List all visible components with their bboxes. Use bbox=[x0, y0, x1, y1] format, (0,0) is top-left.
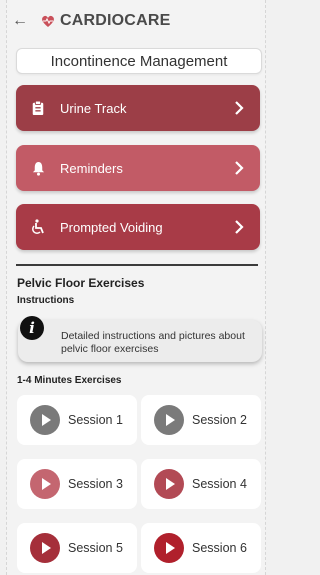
wheelchair-icon bbox=[30, 219, 46, 235]
session-6-button[interactable]: Session 6 bbox=[141, 523, 261, 573]
session-5-button[interactable]: Session 5 bbox=[17, 523, 137, 573]
chevron-right-icon bbox=[235, 161, 244, 175]
section-divider bbox=[16, 264, 258, 266]
session-2-button[interactable]: Session 2 bbox=[141, 395, 261, 445]
session-label: Session 5 bbox=[68, 541, 123, 555]
session-label: Session 4 bbox=[192, 477, 247, 491]
bell-icon bbox=[30, 160, 46, 176]
play-icon bbox=[30, 469, 60, 499]
session-label: Session 1 bbox=[68, 413, 123, 427]
page-title: Incontinence Management bbox=[16, 48, 262, 74]
heart-icon bbox=[42, 15, 54, 27]
menu-label: Prompted Voiding bbox=[60, 219, 163, 235]
back-arrow-icon[interactable]: ← bbox=[12, 12, 34, 30]
exercises-title: 1-4 Minutes Exercises bbox=[17, 375, 122, 386]
play-icon bbox=[154, 469, 184, 499]
brand-name: CARDIOCARE bbox=[60, 12, 171, 29]
urine-track-button[interactable]: Urine Track bbox=[16, 85, 260, 131]
reminders-button[interactable]: Reminders bbox=[16, 145, 260, 191]
session-label: Session 2 bbox=[192, 413, 247, 427]
app-header: ← CARDIOCARE bbox=[12, 8, 252, 34]
session-4-button[interactable]: Session 4 bbox=[141, 459, 261, 509]
info-icon: i bbox=[20, 316, 44, 340]
prompted-voiding-button[interactable]: Prompted Voiding bbox=[16, 204, 260, 250]
clipboard-icon bbox=[30, 100, 46, 116]
menu-label: Urine Track bbox=[60, 100, 127, 116]
play-icon bbox=[154, 405, 184, 435]
chevron-right-icon bbox=[235, 220, 244, 234]
session-label: Session 6 bbox=[192, 541, 247, 555]
session-1-button[interactable]: Session 1 bbox=[17, 395, 137, 445]
play-icon bbox=[154, 533, 184, 563]
play-icon bbox=[30, 405, 60, 435]
instructions-label: Instructions bbox=[17, 295, 75, 306]
chevron-right-icon bbox=[235, 101, 244, 115]
session-3-button[interactable]: Session 3 bbox=[17, 459, 137, 509]
section-title: Pelvic Floor Exercises bbox=[17, 276, 145, 290]
instructions-text: Detailed instructions and pictures about… bbox=[61, 330, 245, 355]
menu-label: Reminders bbox=[60, 160, 123, 176]
play-icon bbox=[30, 533, 60, 563]
session-label: Session 3 bbox=[68, 477, 123, 491]
